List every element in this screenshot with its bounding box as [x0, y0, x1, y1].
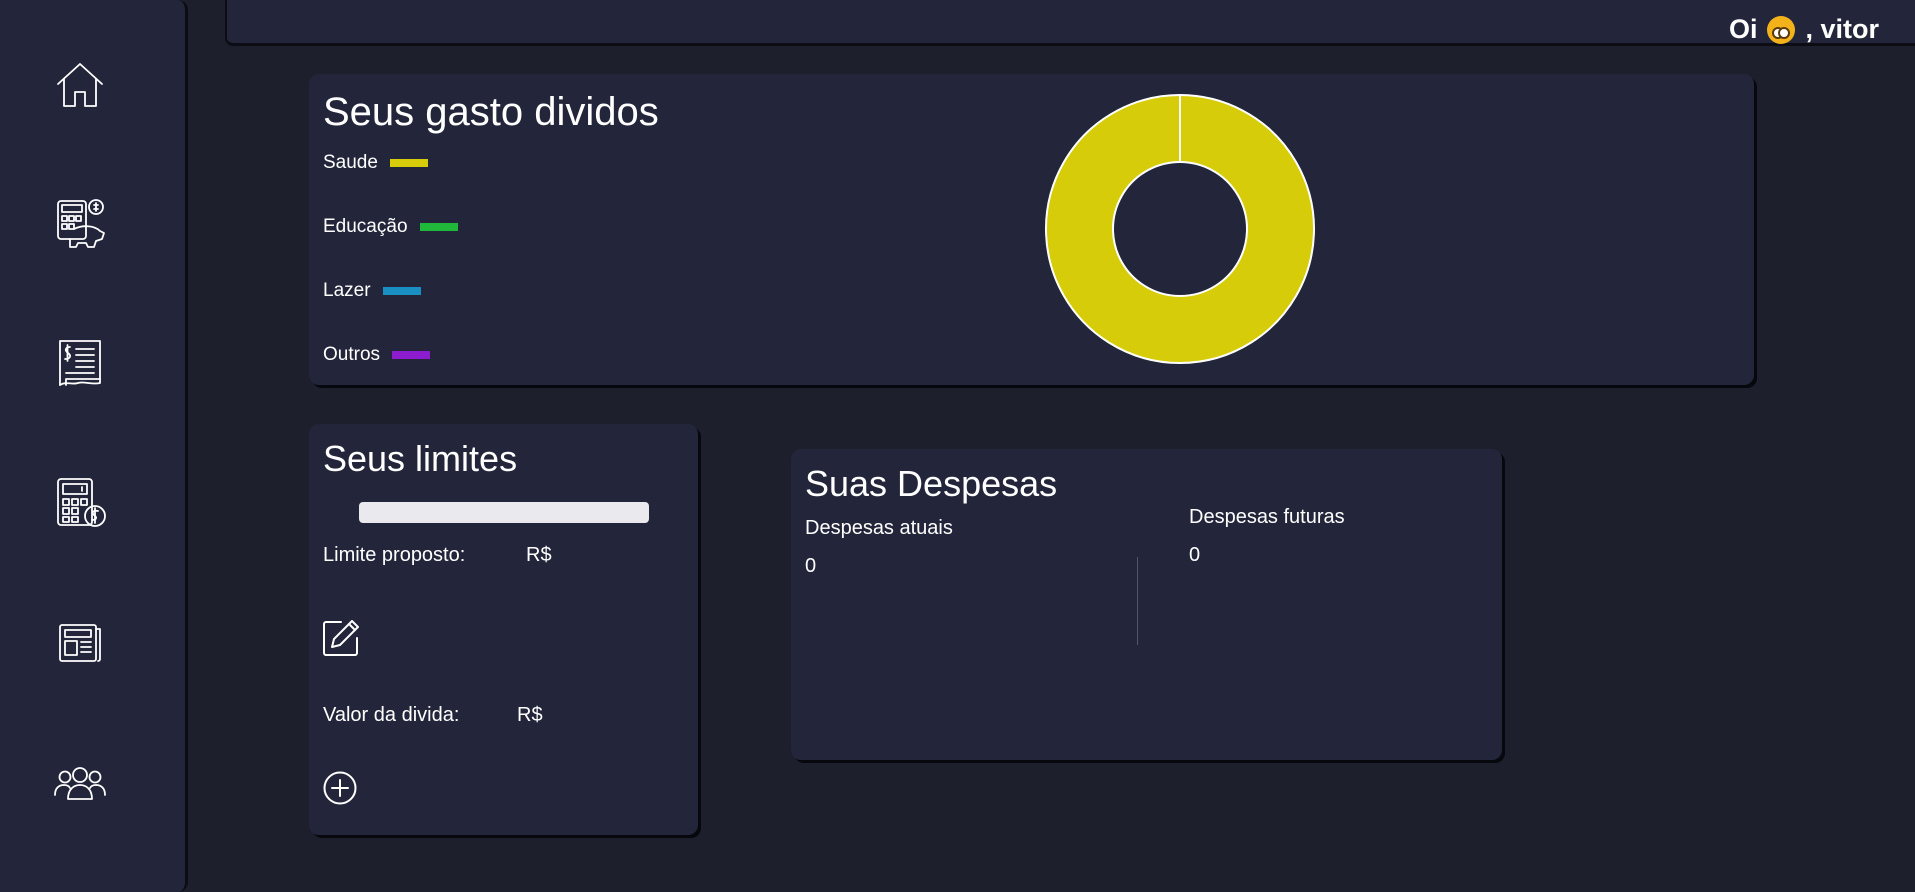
future-expenses-value: 0	[1189, 544, 1201, 566]
legend-label: Lazer	[323, 280, 371, 301]
receipt-icon	[59, 340, 101, 386]
limit-progress-bar	[359, 502, 649, 523]
face-emoji-icon	[1767, 15, 1796, 44]
legend-item: Saude	[323, 152, 428, 174]
limit-label: Limite proposto:	[323, 544, 466, 566]
sidebar-item-users[interactable]	[50, 753, 110, 813]
top-bar: Oi , vitor	[225, 0, 1915, 46]
card-title: Suas Despesas	[805, 463, 1058, 504]
legend-label: Saude	[323, 152, 378, 173]
legend-swatch	[392, 351, 431, 359]
current-expenses-label: Despesas atuais	[805, 517, 953, 539]
sidebar-item-news[interactable]	[50, 613, 110, 673]
edit-icon	[323, 620, 359, 656]
sidebar-item-calculator[interactable]	[50, 473, 110, 533]
expenses-card: Suas Despesas Despesas atuais 0 Despesas…	[791, 449, 1502, 760]
limit-currency: R$	[526, 544, 552, 566]
greeting: Oi , vitor	[1729, 14, 1879, 45]
users-icon	[54, 767, 106, 800]
legend-swatch	[419, 223, 458, 231]
legend-label: Educação	[323, 216, 408, 237]
card-title: Seus gasto dividos	[323, 90, 659, 134]
sidebar-item-calculator-finance[interactable]	[50, 193, 110, 253]
column-divider	[1137, 557, 1138, 645]
home-icon	[57, 63, 103, 107]
legend-item: Educação	[323, 216, 458, 238]
edit-limit-button[interactable]	[321, 618, 361, 663]
calculator-piggy-icon	[57, 199, 105, 248]
legend-label: Outros	[323, 344, 381, 365]
legend-swatch	[389, 159, 428, 167]
future-expenses-label: Despesas futuras	[1189, 506, 1345, 528]
donut-chart	[1044, 94, 1315, 364]
legend-swatch	[382, 287, 421, 295]
greeting-prefix: Oi	[1728, 14, 1758, 44]
legend-item: Lazer	[323, 280, 421, 302]
sidebar	[0, 0, 188, 892]
calculator-dollar-icon	[57, 478, 106, 527]
greeting-user: , vitor	[1805, 14, 1879, 44]
limits-card: Seus limites Limite proposto: R$ Valor d…	[309, 424, 698, 835]
add-debt-button[interactable]	[322, 770, 358, 811]
legend-item: Outros	[323, 344, 431, 366]
current-expenses-value: 0	[805, 555, 817, 577]
sidebar-item-invoice[interactable]	[50, 333, 110, 393]
sidebar-item-home[interactable]	[50, 54, 110, 114]
debt-currency: R$	[517, 704, 543, 726]
newspaper-icon	[59, 624, 101, 662]
expenses-distribution-card: Seus gasto dividos Saude Educação Lazer Out…	[309, 74, 1754, 385]
plus-circle-icon	[323, 771, 357, 805]
card-title: Seus limites	[323, 438, 518, 479]
debt-label: Valor da divida:	[323, 704, 460, 726]
